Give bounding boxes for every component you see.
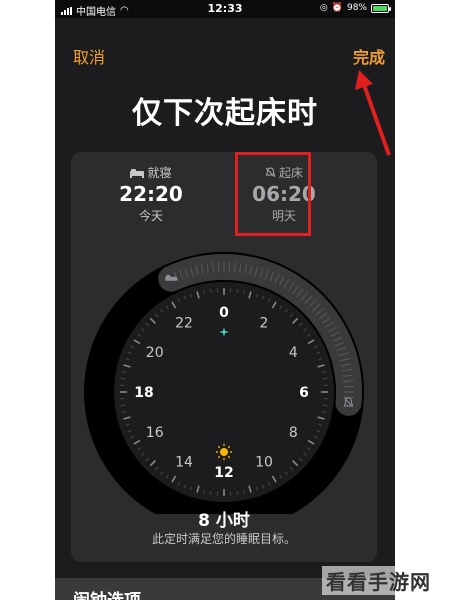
bed-icon — [130, 168, 145, 178]
battery-icon — [371, 3, 391, 13]
clock-hour-label: 4 — [289, 345, 298, 361]
alarm-options-title: 闹钟选项 — [73, 586, 141, 600]
bedtime-time: 22:20 — [119, 182, 183, 206]
wakeup-highlight-box — [235, 152, 311, 236]
clock-hour-label: 20 — [146, 345, 164, 361]
clock-tick — [120, 404, 125, 407]
watermark: 看看手游网 — [322, 566, 435, 595]
page-title: 仅下次起床时 — [132, 96, 318, 131]
sleep-duration: 8 小时 — [198, 511, 250, 531]
battery-fill — [373, 5, 387, 11]
bedtime-label: 就寝 — [96, 164, 206, 181]
done-button[interactable]: 完成 — [353, 44, 385, 68]
clock-hour-label: 8 — [289, 425, 298, 441]
red-arrow-annotation — [355, 70, 391, 156]
clock-tick — [236, 288, 239, 293]
clock-hour-label: 6 — [299, 385, 309, 401]
clock-tick — [209, 491, 212, 496]
orientation-lock-icon: ◎ — [319, 3, 328, 13]
status-right: ◎ ⏰ 98% — [319, 3, 391, 13]
clock-hour-label: 2 — [260, 316, 269, 332]
clock-tick — [323, 377, 328, 380]
clock-hour-label: 16 — [146, 425, 164, 441]
clock-hour-label: 22 — [175, 316, 193, 332]
clock-hour-label: 10 — [255, 454, 273, 470]
clock-hour-label: 18 — [134, 385, 153, 401]
clock-hour-label: 12 — [214, 465, 233, 481]
bedtime-day: 今天 — [138, 209, 163, 223]
phone-screen: 中国电信 ◠ 12:33 ◎ ⏰ 98% 取消 完成 仅下次起床时 就寝 22:… — [55, 0, 395, 600]
sleep-goal-text: 此定时满足您的睡眠目标。 — [151, 532, 296, 546]
clock-tick — [323, 404, 328, 407]
clock-tick — [236, 491, 239, 496]
clock-hour-label: 14 — [175, 454, 193, 470]
battery-percent: 98% — [346, 3, 367, 13]
bedtime-label-text: 就寝 — [147, 166, 172, 180]
bedtime-column: 就寝 22:20 今天 — [96, 164, 206, 224]
sleep-schedule-sheet: 取消 完成 仅下次起床时 就寝 22:20 今天 起床 06:20 明天 0 2… — [55, 26, 395, 600]
clock-hour-label: 0 — [219, 305, 229, 321]
cancel-button[interactable]: 取消 — [73, 44, 105, 68]
clock-tick — [120, 377, 125, 380]
schedule-card: 就寝 22:20 今天 起床 06:20 明天 0 2 4 6 8 10 12 … — [71, 152, 377, 562]
sleep-dial: 0 2 4 6 8 10 12 14 16 18 20 22 — [84, 252, 364, 514]
status-bar: 中国电信 ◠ 12:33 ◎ ⏰ 98% — [55, 0, 395, 18]
alarm-status-icon: ⏰ — [331, 3, 343, 13]
clock-tick — [209, 288, 212, 293]
